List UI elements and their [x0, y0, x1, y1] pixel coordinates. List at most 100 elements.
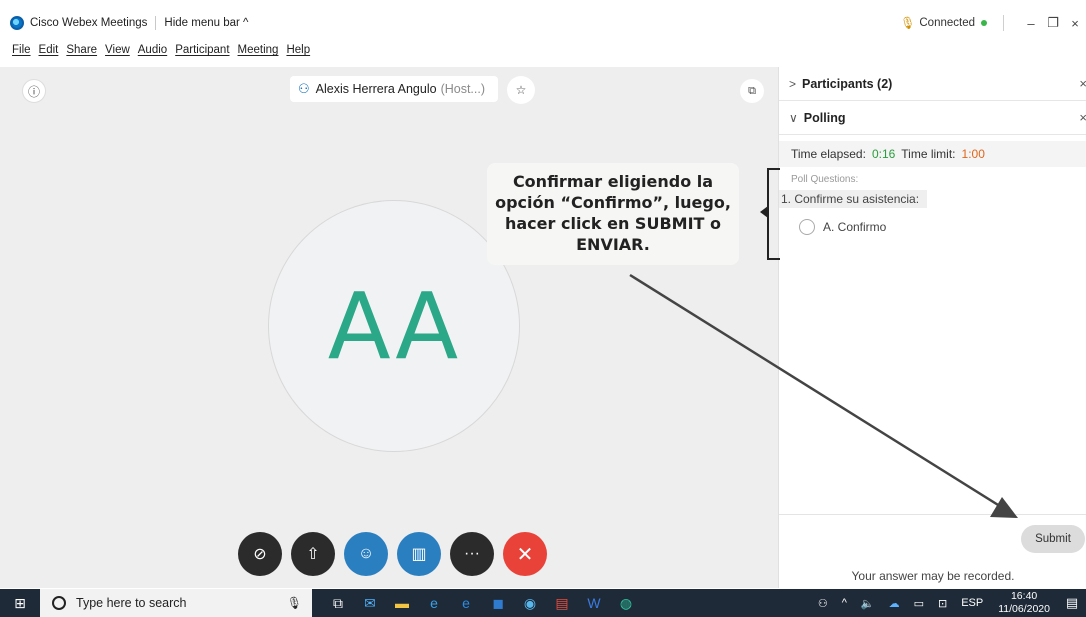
- close-icon[interactable]: ×: [1079, 76, 1086, 91]
- mute-button[interactable]: ⊘: [238, 532, 282, 576]
- polling-icon: ▥: [411, 546, 427, 563]
- menu-bar: File Edit Share View Audio Participant M…: [0, 40, 318, 60]
- people-icon[interactable]: ⚇: [818, 597, 828, 610]
- more-icon: ···: [464, 545, 480, 562]
- panel-divider: [779, 514, 1086, 515]
- time-elapsed-value: 0:16: [871, 147, 896, 161]
- menu-file[interactable]: File: [12, 44, 31, 56]
- close-window-button[interactable]: ×: [1064, 16, 1086, 31]
- audio-connection-icon[interactable]: 🎙: [900, 16, 915, 30]
- restore-button[interactable]: ❐: [1042, 15, 1064, 31]
- clock-time: 16:40: [1010, 590, 1038, 602]
- menu-meeting[interactable]: Meeting: [238, 44, 279, 56]
- search-placeholder: Type here to search: [76, 596, 187, 610]
- polling-button[interactable]: ▥: [397, 532, 441, 576]
- title-separator: [155, 16, 157, 30]
- system-tray: ⚇ ^ 🔈 ☁ ▭ ⊡ ESP 16:40 11/06/2020 ▤: [811, 590, 1086, 616]
- callout-line: hacer click en SUBMIT o: [504, 214, 721, 233]
- mic-muted-icon: ⊘: [253, 546, 267, 563]
- more-button[interactable]: ···: [450, 532, 494, 576]
- pdf-icon[interactable]: ▤: [546, 589, 578, 617]
- title-bar: Cisco Webex Meetings Hide menu bar ^ 🎙 C…: [0, 10, 1086, 36]
- clock[interactable]: 16:40 11/06/2020: [998, 590, 1050, 616]
- end-call-icon: ✕: [516, 543, 534, 566]
- poll-timer: Time elapsed: 0:16 Time limit: 1:00: [779, 141, 1086, 167]
- host-role: (Host...): [440, 82, 486, 96]
- network-icon[interactable]: ⊡: [938, 597, 947, 610]
- connection-status[interactable]: Connected: [919, 17, 975, 29]
- layout-icon[interactable]: ⧉: [740, 79, 764, 103]
- title-bar-right: 🎙 Connected – ❐ ×: [900, 10, 1086, 36]
- skype-icon[interactable]: ◉: [514, 589, 546, 617]
- app-title: Cisco Webex Meetings: [30, 17, 148, 29]
- clock-date: 11/06/2020: [998, 603, 1050, 615]
- cortana-icon[interactable]: [52, 596, 66, 610]
- hide-menu-bar-button[interactable]: Hide menu bar ^: [164, 17, 248, 29]
- windows-taskbar: ⊞ Type here to search 🎙 ⧉ ✉ ▬ e e ◼ ◉ ▤ …: [0, 589, 1086, 617]
- chevron-right-icon: >: [789, 76, 797, 91]
- minimize-button[interactable]: –: [1020, 16, 1042, 31]
- polling-panel-header[interactable]: ∨ Polling ×: [779, 101, 1086, 135]
- time-limit-value: 1:00: [961, 147, 985, 161]
- menu-audio[interactable]: Audio: [138, 44, 167, 56]
- language-indicator[interactable]: ESP: [961, 597, 983, 609]
- host-name: Alexis Herrera Angulo: [315, 82, 437, 96]
- taskbar-apps: ⧉ ✉ ▬ e e ◼ ◉ ▤ W ◍: [322, 589, 642, 617]
- end-meeting-button[interactable]: ✕: [503, 532, 547, 576]
- menu-share[interactable]: Share: [66, 44, 97, 56]
- polling-label: Polling: [803, 110, 846, 125]
- microphone-icon[interactable]: 🎙: [287, 596, 302, 610]
- close-icon[interactable]: ×: [1079, 110, 1086, 125]
- time-elapsed-label: Time elapsed:: [791, 147, 866, 161]
- avatar-initials: AA: [327, 272, 461, 380]
- title-divider: [1003, 15, 1004, 31]
- share-button[interactable]: ⇧: [291, 532, 335, 576]
- presenter-icon: ⚇: [298, 81, 310, 96]
- chevron-down-icon: ∨: [789, 110, 798, 125]
- mail-icon[interactable]: ✉: [354, 589, 386, 617]
- word-icon[interactable]: W: [578, 589, 610, 617]
- poll-question: 1. Confirme su asistencia:: [779, 190, 927, 208]
- participants-icon: ☺: [357, 545, 375, 562]
- poll-option-label: A. Confirmo: [823, 220, 887, 234]
- pin-icon[interactable]: ☆: [507, 76, 535, 104]
- chevron-up-icon[interactable]: ^: [842, 597, 847, 609]
- taskbar-search[interactable]: Type here to search 🎙: [40, 589, 312, 617]
- participants-panel-header[interactable]: > Participants (2) ×: [779, 67, 1086, 101]
- video-stage: ⓘ ⚇ Alexis Herrera Angulo (Host...) ☆ ⧉ …: [0, 67, 778, 588]
- menu-help[interactable]: Help: [286, 44, 310, 56]
- task-view-icon[interactable]: ⧉: [322, 589, 354, 617]
- notifications-icon[interactable]: ▤: [1058, 595, 1086, 611]
- poll-option-a[interactable]: A. Confirmo: [799, 219, 886, 235]
- menu-participant[interactable]: Participant: [175, 44, 229, 56]
- menu-view[interactable]: View: [105, 44, 130, 56]
- file-explorer-icon[interactable]: ▬: [386, 589, 418, 617]
- callout-line: Confirmar eligiendo la: [512, 172, 714, 191]
- participants-button[interactable]: ☺: [344, 532, 388, 576]
- internet-explorer-icon[interactable]: e: [418, 589, 450, 617]
- outlook-icon[interactable]: ◼: [482, 589, 514, 617]
- menu-edit[interactable]: Edit: [39, 44, 59, 56]
- side-panel: > Participants (2) × ∨ Polling × Time el…: [778, 67, 1086, 588]
- participants-label: Participants (2): [802, 76, 893, 91]
- active-speaker-label[interactable]: ⚇ Alexis Herrera Angulo (Host...): [290, 76, 498, 102]
- radio-button[interactable]: [799, 219, 815, 235]
- callout-line: ENVIAR.: [576, 235, 650, 254]
- meeting-controls: ⊘ ⇧ ☺ ▥ ··· ✕: [238, 532, 556, 576]
- onedrive-icon[interactable]: ☁: [889, 597, 900, 610]
- callout-line: opción “Confirmo”, luego,: [495, 193, 731, 212]
- record-note: Your answer may be recorded.: [851, 569, 1015, 583]
- meeting-info-icon[interactable]: ⓘ: [22, 79, 46, 103]
- webex-logo-icon: [10, 16, 24, 30]
- battery-icon[interactable]: ▭: [914, 597, 924, 610]
- edge-icon[interactable]: e: [450, 589, 482, 617]
- participant-avatar: AA: [268, 200, 520, 452]
- submit-button[interactable]: Submit: [1021, 525, 1085, 553]
- webex-icon[interactable]: ◍: [610, 589, 642, 617]
- volume-icon[interactable]: 🔈: [861, 597, 875, 610]
- poll-questions-header: Poll Questions:: [791, 174, 859, 185]
- share-icon: ⇧: [306, 546, 320, 563]
- windows-start-icon[interactable]: ⊞: [0, 589, 40, 617]
- instruction-callout: Confirmar eligiendo la opción “Confirmo”…: [487, 163, 739, 265]
- time-limit-label: Time limit:: [901, 147, 956, 161]
